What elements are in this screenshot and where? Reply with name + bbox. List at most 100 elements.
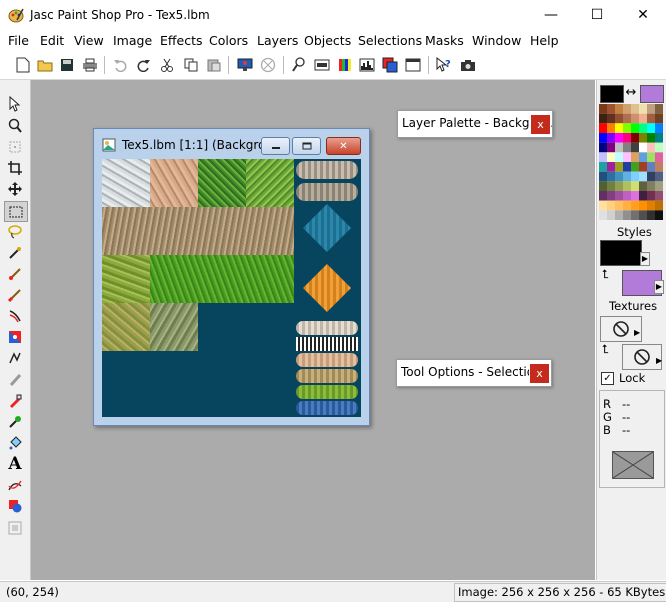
palette-swatch[interactable] xyxy=(655,171,663,182)
deformation-tool-icon[interactable] xyxy=(4,137,26,156)
palette-swatch[interactable] xyxy=(639,113,647,124)
airbrush-tool-icon[interactable] xyxy=(4,412,26,431)
palette-swatch[interactable] xyxy=(607,171,615,182)
palette-swatch[interactable] xyxy=(599,181,607,191)
menu-selections[interactable]: Selections xyxy=(358,33,422,48)
menu-colors[interactable]: Colors xyxy=(209,33,248,48)
dropper-tool-icon[interactable] xyxy=(4,243,26,262)
toggle-toolbar-icon[interactable] xyxy=(312,55,331,74)
palette-swatch[interactable] xyxy=(647,162,655,172)
palette-swatch[interactable] xyxy=(615,123,623,133)
palette-swatch[interactable] xyxy=(631,113,639,124)
picture-tube-icon[interactable] xyxy=(4,391,26,410)
palette-swatch[interactable] xyxy=(631,104,639,114)
zoom-icon[interactable] xyxy=(289,55,308,74)
close-button[interactable]: ✕ xyxy=(620,0,666,30)
camera-icon[interactable] xyxy=(458,55,477,74)
foreground-color-swatch[interactable] xyxy=(600,85,624,103)
palette-swatch[interactable] xyxy=(599,142,607,153)
toggle-layer-palette-icon[interactable] xyxy=(380,55,399,74)
eraser-tool-icon[interactable] xyxy=(4,370,26,389)
palette-swatch[interactable] xyxy=(647,171,655,182)
palette-swatch[interactable] xyxy=(615,171,623,182)
palette-swatch[interactable] xyxy=(631,133,639,143)
palette-swatch[interactable] xyxy=(607,113,615,124)
draw-tool-icon[interactable] xyxy=(4,475,26,494)
swap-textures-icon[interactable]: ⮤ xyxy=(602,342,609,357)
tool-options-palette[interactable]: Tool Options - Selection x xyxy=(396,359,552,387)
toggle-histogram-icon[interactable] xyxy=(357,55,376,74)
palette-swatch[interactable] xyxy=(615,142,623,153)
scratch-remover-icon[interactable] xyxy=(4,348,26,367)
palette-swatch[interactable] xyxy=(655,181,663,191)
palette-swatch[interactable] xyxy=(607,181,615,191)
maximize-button[interactable]: ☐ xyxy=(574,0,620,30)
lock-checkbox[interactable]: ✓ xyxy=(601,372,614,385)
freehand-lasso-icon[interactable] xyxy=(4,222,26,241)
palette-swatch[interactable] xyxy=(647,200,655,211)
palette-swatch[interactable] xyxy=(631,210,639,220)
palette-swatch[interactable] xyxy=(607,210,615,220)
palette-swatch[interactable] xyxy=(631,181,639,191)
palette-swatch[interactable] xyxy=(639,133,647,143)
palette-swatch[interactable] xyxy=(647,133,655,143)
arrow-pointer-icon[interactable] xyxy=(4,94,26,113)
palette-swatch[interactable] xyxy=(655,152,663,162)
image-minimize-button[interactable] xyxy=(261,137,290,155)
clone-brush-icon[interactable] xyxy=(4,285,26,304)
palette-swatch[interactable] xyxy=(623,123,631,133)
palette-swatch[interactable] xyxy=(647,181,655,191)
palette-swatch[interactable] xyxy=(655,210,663,220)
palette-swatch[interactable] xyxy=(607,152,615,162)
background-texture-dropdown[interactable]: ▶ xyxy=(656,356,662,365)
palette-swatch[interactable] xyxy=(623,200,631,211)
retouch-tool-icon[interactable] xyxy=(4,327,26,346)
palette-swatch[interactable] xyxy=(615,133,623,143)
layer-palette[interactable]: Layer Palette - Backgro... x xyxy=(397,110,553,138)
swap-styles-icon[interactable]: ⮤ xyxy=(602,267,609,282)
image-close-button[interactable]: ✕ xyxy=(326,137,361,155)
palette-swatch[interactable] xyxy=(615,113,623,124)
palette-swatch[interactable] xyxy=(639,200,647,211)
palette-swatch[interactable] xyxy=(631,200,639,211)
toggle-color-palette-icon[interactable] xyxy=(335,55,354,74)
palette-swatch[interactable] xyxy=(631,152,639,162)
cut-icon[interactable] xyxy=(157,55,176,74)
save-icon[interactable] xyxy=(57,55,76,74)
full-screen-preview-icon[interactable] xyxy=(235,55,254,74)
palette-swatch[interactable] xyxy=(623,162,631,172)
palette-swatch[interactable] xyxy=(631,123,639,133)
palette-swatch[interactable] xyxy=(607,162,615,172)
palette-swatch[interactable] xyxy=(607,200,615,211)
palette-swatch[interactable] xyxy=(631,142,639,153)
menu-layers[interactable]: Layers xyxy=(257,33,298,48)
image-maximize-button[interactable] xyxy=(292,137,321,155)
menu-objects[interactable]: Objects xyxy=(304,33,351,48)
palette-swatch[interactable] xyxy=(623,171,631,182)
palette-swatch[interactable] xyxy=(615,210,623,220)
text-tool-icon[interactable]: A xyxy=(4,454,26,474)
palette-swatch[interactable] xyxy=(647,191,655,201)
open-folder-icon[interactable] xyxy=(35,55,54,74)
palette-swatch[interactable] xyxy=(639,123,647,133)
palette-swatch[interactable] xyxy=(639,181,647,191)
redo-icon[interactable] xyxy=(134,55,153,74)
color-replacer-icon[interactable] xyxy=(4,306,26,325)
palette-swatch[interactable] xyxy=(599,104,607,114)
palette-swatch[interactable] xyxy=(615,162,623,172)
palette-swatch[interactable] xyxy=(639,142,647,153)
color-swatches[interactable] xyxy=(599,104,663,220)
browse-icon[interactable] xyxy=(258,55,277,74)
swap-colors-icon[interactable]: ↔ xyxy=(624,85,638,101)
palette-swatch[interactable] xyxy=(639,104,647,114)
palette-swatch[interactable] xyxy=(655,142,663,153)
minimize-button[interactable]: — xyxy=(528,0,574,30)
palette-swatch[interactable] xyxy=(623,142,631,153)
palette-swatch[interactable] xyxy=(639,152,647,162)
zoom-tool-icon[interactable] xyxy=(4,116,26,135)
palette-swatch[interactable] xyxy=(615,181,623,191)
preset-shapes-icon[interactable] xyxy=(4,496,26,515)
palette-swatch[interactable] xyxy=(647,104,655,114)
palette-swatch[interactable] xyxy=(599,113,607,124)
palette-swatch[interactable] xyxy=(607,104,615,114)
